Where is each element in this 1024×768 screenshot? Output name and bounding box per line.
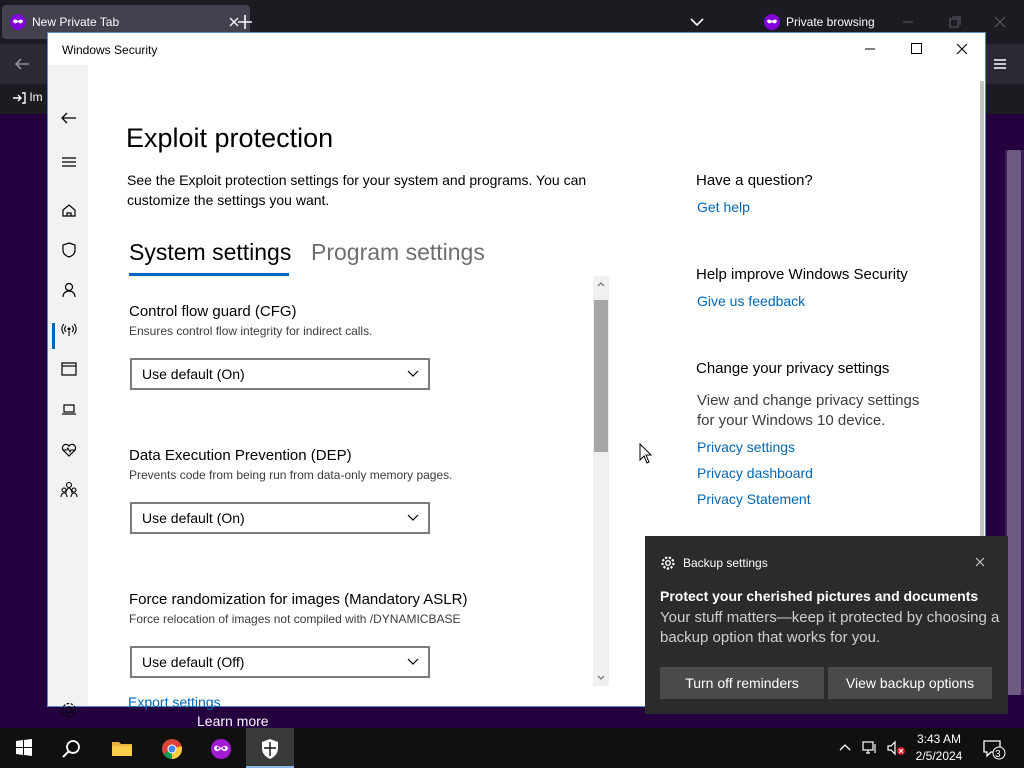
backup-toast: Backup settings Protect your cherished p… [645,536,1008,714]
get-help-link[interactable]: Get help [697,199,750,215]
setting-title: Force randomization for images (Mandator… [129,591,468,608]
windows-logo-icon [16,739,32,756]
back-arrow-icon[interactable] [56,105,82,131]
page-description: See the Exploit protection settings for … [127,172,587,208]
privacy-statement-link[interactable]: Privacy Statement [697,491,811,507]
question-heading: Have a question? [696,172,813,189]
scroll-thumb[interactable] [594,300,608,452]
notification-center-icon[interactable] [982,738,1006,760]
scroll-up-icon[interactable] [595,278,607,290]
privacy-heading: Change your privacy settings [696,360,890,377]
new-tab-icon[interactable] [232,9,258,35]
setting-description: Force relocation of images not compiled … [129,612,461,626]
hamburger-icon[interactable] [56,149,82,175]
dropdown-value: Use default (Off) [142,654,245,670]
network-tray-icon[interactable] [862,740,880,756]
toast-app-name: Backup settings [683,556,768,570]
browser-tab-title: New Private Tab [32,15,120,29]
import-label: Im [29,90,43,104]
private-browsing-indicator: Private browsing [764,14,875,32]
left-nav [48,65,88,718]
view-backup-options-button[interactable]: View backup options [828,667,992,699]
export-settings-link[interactable]: Export settings [128,694,221,710]
maximize-button[interactable] [893,33,939,65]
start-button[interactable] [0,728,48,768]
dep-dropdown[interactable]: Use default (On) [130,502,430,534]
close-icon[interactable] [972,554,988,570]
browser-back-icon[interactable] [8,50,36,78]
toast-title: Protect your cherished pictures and docu… [660,588,979,604]
private-mask-icon [10,14,26,30]
chevron-down-icon [406,656,420,668]
taskbar: 3:43 AM 2/5/2024 3 [0,728,1024,768]
page-title: Exploit protection [126,123,334,153]
shield-icon[interactable] [56,237,82,263]
shield-icon [262,739,278,759]
chrome-button[interactable] [148,728,196,768]
scroll-down-icon[interactable] [595,672,607,684]
dropdown-value: Use default (On) [142,510,245,526]
tab-program-settings[interactable]: Program settings [311,239,485,266]
learn-more-link[interactable]: Learn more [197,713,269,729]
close-button[interactable] [939,33,985,65]
browser-restore-icon[interactable] [940,8,968,36]
settings-scrollbar[interactable] [593,276,609,686]
setting-description: Ensures control flow integrity for indir… [129,324,373,338]
chevron-up-icon[interactable] [838,741,852,755]
hamburger-menu-icon[interactable] [988,52,1012,76]
cfg-dropdown[interactable]: Use default (On) [130,358,430,390]
device-health-icon[interactable] [56,436,82,462]
clock[interactable]: 3:43 AM 2/5/2024 [904,731,974,765]
window-title: Windows Security [62,43,158,57]
file-explorer-button[interactable] [98,728,146,768]
setting-title: Control flow guard (CFG) [129,303,297,320]
settings-gear-icon[interactable] [56,697,82,723]
private-browsing-label: Private browsing [786,15,875,29]
dropdown-value: Use default (On) [142,366,245,382]
chevron-down-icon [406,512,420,524]
tab-selected-underline [129,273,289,276]
window-scrollbar[interactable] [980,81,984,536]
account-icon[interactable] [56,277,82,303]
app-browser-control-icon[interactable] [56,356,82,382]
privacy-description: View and change privacy settings for you… [697,392,920,429]
family-options-icon[interactable] [56,477,82,503]
toast-body: Your stuff matters—keep it protected by … [660,609,1000,646]
notification-count: 3 [995,749,1001,760]
minimize-button[interactable] [847,33,893,65]
chevron-down-icon [406,368,420,380]
improve-heading: Help improve Windows Security [696,266,908,283]
chevron-down-icon[interactable] [684,10,710,34]
mouse-cursor-icon [639,443,653,465]
import-icon [12,91,26,105]
browser-minimize-icon[interactable] [894,8,922,36]
import-bookmarks-button[interactable]: Im [12,90,43,108]
windows-security-button[interactable] [246,728,294,768]
clock-time: 3:43 AM [916,732,962,746]
browser-close-icon[interactable] [986,8,1014,36]
private-mask-icon [211,739,231,759]
search-button[interactable] [48,728,96,768]
aslr-dropdown[interactable]: Use default (Off) [130,646,430,678]
folder-icon [112,742,132,756]
clock-date: 2/5/2024 [915,749,963,763]
give-feedback-link[interactable]: Give us feedback [697,293,805,309]
device-security-icon[interactable] [56,396,82,422]
nav-selection-indicator [52,323,55,349]
browser-scroll-thumb[interactable] [1007,150,1021,695]
setting-title: Data Execution Prevention (DEP) [129,447,352,464]
privacy-settings-link[interactable]: Privacy settings [697,439,795,455]
firefox-private-button[interactable] [197,728,245,768]
chrome-icon [162,739,182,759]
search-icon [62,740,80,758]
volume-muted-icon[interactable] [886,740,906,756]
home-icon[interactable] [56,197,82,223]
turn-off-reminders-button[interactable]: Turn off reminders [660,667,824,699]
setting-description: Prevents code from being run from data-o… [129,468,453,482]
gear-icon [660,555,676,571]
network-icon[interactable] [56,316,82,342]
tab-system-settings[interactable]: System settings [129,239,291,266]
private-mask-icon [764,14,780,30]
privacy-dashboard-link[interactable]: Privacy dashboard [697,465,813,481]
